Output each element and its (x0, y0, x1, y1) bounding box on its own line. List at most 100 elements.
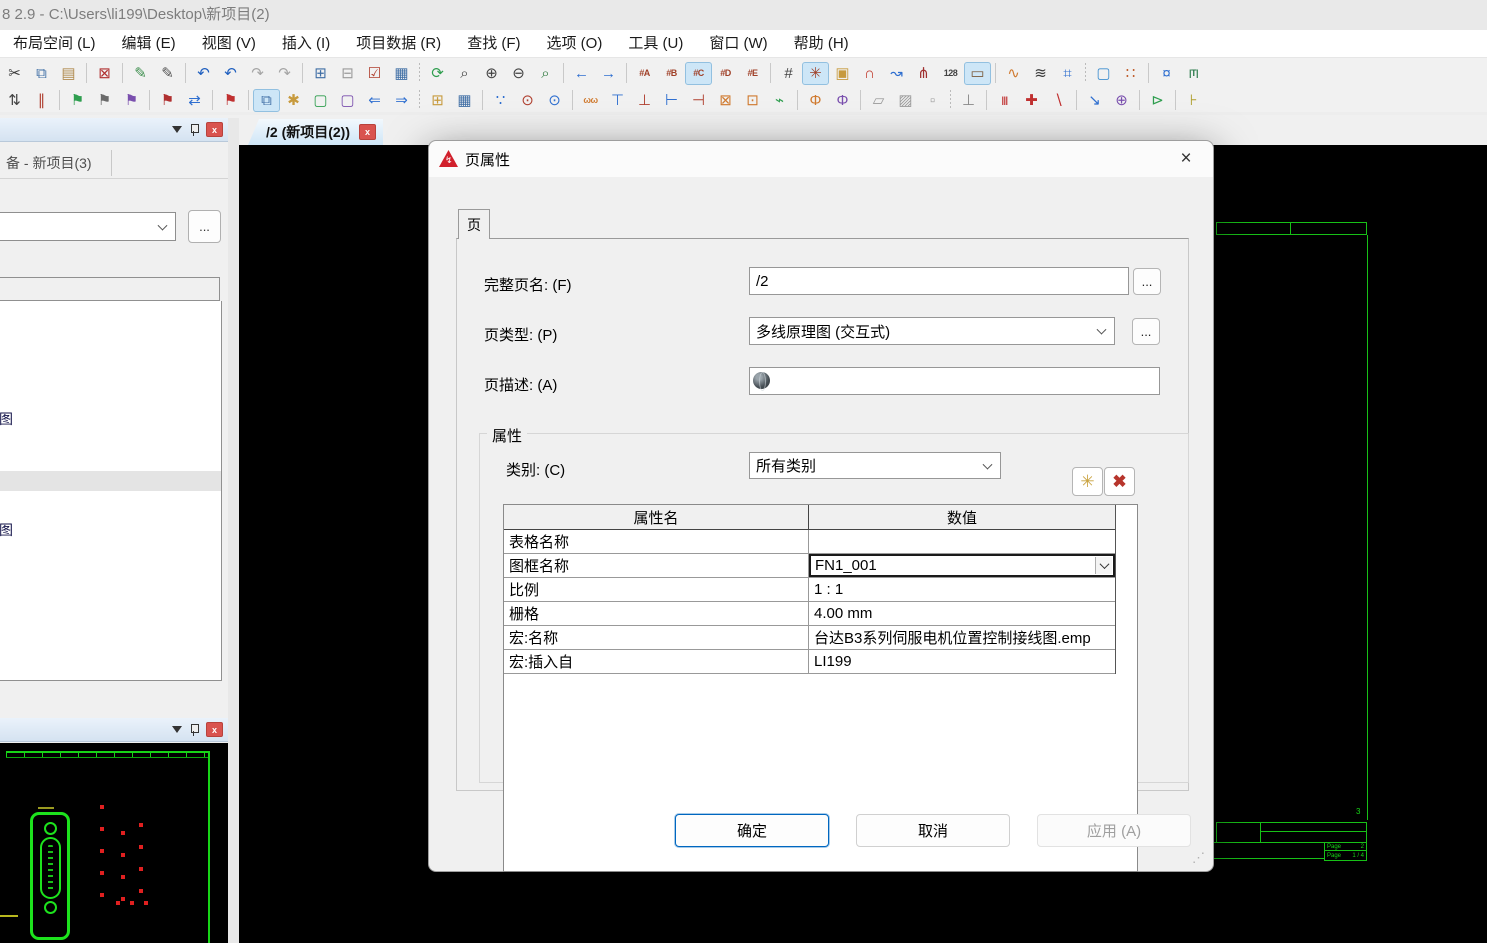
spline-icon[interactable]: ↝ (883, 62, 910, 85)
menu-item[interactable]: 工具 (U) (615, 30, 696, 57)
terminal-strip-4-icon[interactable]: ⊣ (685, 89, 712, 112)
ruler-icon[interactable]: ▭ (964, 62, 991, 85)
cancel-button[interactable]: 取消 (856, 814, 1010, 847)
ok-button[interactable]: 确定 (675, 814, 829, 847)
pin-icon[interactable] (189, 123, 199, 137)
filter-combobox[interactable] (0, 212, 176, 241)
page-copy-icon[interactable]: ⧉ (253, 89, 280, 112)
schematic-preview[interactable] (0, 743, 228, 943)
full-page-name-browse-button[interactable]: ... (1133, 268, 1161, 295)
busbar-icon[interactable]: ||| (991, 89, 1018, 112)
full-page-name-input[interactable] (749, 267, 1129, 295)
tree-header[interactable] (0, 277, 220, 301)
chevron-down-icon[interactable] (1095, 557, 1112, 574)
connector-swap-icon[interactable]: ⇄ (181, 89, 208, 112)
text-mode-icon[interactable]: |T| (1180, 62, 1207, 85)
grid-a-icon[interactable]: #A (631, 62, 658, 85)
logic-branch-icon[interactable]: ⋔ (910, 62, 937, 85)
panel-menu-icon[interactable] (172, 726, 182, 733)
flag-delete-icon[interactable]: ⚑ (217, 89, 244, 112)
tree-item[interactable] (0, 471, 221, 491)
gauge-alt-icon[interactable]: Φ (829, 89, 856, 112)
workspace-icon[interactable]: ⊞ (307, 62, 334, 85)
pin-icon[interactable] (189, 723, 199, 737)
flag-config-icon[interactable]: ⚑ (91, 89, 118, 112)
grid-d-icon[interactable]: #D (712, 62, 739, 85)
table-view-icon[interactable]: ▦ (388, 62, 415, 85)
redo-history-icon[interactable]: ↷ (271, 62, 298, 85)
redo-icon[interactable]: ↷ (244, 62, 271, 85)
tree-item[interactable]: 图 (0, 409, 13, 429)
panel-close-button[interactable]: x (206, 122, 223, 137)
apply-button[interactable]: 应用 (A) (1037, 814, 1191, 847)
device-add-icon[interactable]: ⊞ (424, 89, 451, 112)
grid-c-icon[interactable]: #C (685, 62, 712, 85)
panel-close-button[interactable]: x (206, 722, 223, 737)
property-value[interactable]: 1 : 1 (809, 578, 1115, 601)
tab-close-button[interactable]: x (359, 124, 376, 140)
zoom-100-icon[interactable]: ⌕ (532, 62, 559, 85)
magnet-icon[interactable]: ∩ (856, 62, 883, 85)
check-document-icon[interactable]: ☑ (361, 62, 388, 85)
wire-end-icon[interactable]: ⊦ (1180, 89, 1207, 112)
menu-item[interactable]: 选项 (O) (534, 30, 616, 57)
device-tree[interactable]: 图 图 (0, 301, 222, 681)
property-value[interactable]: FN1_001 (809, 554, 1115, 577)
delete-property-button[interactable]: ✖ (1104, 467, 1135, 496)
stamp-icon[interactable]: ⊥ (955, 89, 982, 112)
page-new-icon[interactable]: ✱ (280, 89, 307, 112)
page-lock-icon[interactable]: ▢ (334, 89, 361, 112)
signal-wave-icon[interactable]: ∿ (1000, 62, 1027, 85)
refresh-icon[interactable]: ⟳ (424, 62, 451, 85)
frame-dashed-icon[interactable]: ▫ (919, 89, 946, 112)
connection-cross-icon[interactable]: ✚ (1018, 89, 1045, 112)
page-type-browse-button[interactable]: ... (1132, 318, 1160, 345)
page-import-icon[interactable]: ⇐ (361, 89, 388, 112)
panel-doc-tab[interactable]: 备 - 新项目(3) (6, 150, 112, 176)
flag-stop-icon[interactable]: ⚑ (154, 89, 181, 112)
back-icon[interactable]: ← (568, 62, 595, 85)
grid-display-icon[interactable]: # (775, 62, 802, 85)
terminal-strip-icon[interactable]: ⊤ (604, 89, 631, 112)
menu-item[interactable]: 查找 (F) (454, 30, 533, 57)
select-frame-icon[interactable]: ▢ (1090, 62, 1117, 85)
socket-symbol-icon[interactable]: ⊡ (739, 89, 766, 112)
tab-page[interactable]: 页 (458, 209, 490, 239)
connection-angle-icon[interactable]: ∖ (1045, 89, 1072, 112)
resize-grip[interactable]: ⋰ (1192, 850, 1205, 866)
hatch-icon[interactable]: ▨ (892, 89, 919, 112)
page-export-icon[interactable]: ⇒ (388, 89, 415, 112)
property-value[interactable] (809, 530, 1115, 553)
transform-handles-icon[interactable]: ∷ (1117, 62, 1144, 85)
category-select[interactable]: 所有类别 (749, 452, 1001, 479)
menu-item[interactable]: 帮助 (H) (781, 30, 862, 57)
terminal-strip-2-icon[interactable]: ⊥ (631, 89, 658, 112)
menu-item[interactable]: 布局空间 (L) (0, 30, 109, 57)
pipe-update-icon[interactable]: ∥ (28, 89, 55, 112)
page-type-select[interactable]: 多线原理图 (交互式) (749, 317, 1115, 345)
cable-coil-icon[interactable]: ωω (577, 89, 604, 112)
device-table-icon[interactable]: ▦ (451, 89, 478, 112)
flag-forward-icon[interactable]: ⚑ (118, 89, 145, 112)
zoom-in-icon[interactable]: ⊕ (478, 62, 505, 85)
wire-branch-icon[interactable]: ⊳ (1144, 89, 1171, 112)
zoom-out-icon[interactable]: ⊖ (505, 62, 532, 85)
add-property-button[interactable]: ✳ (1072, 467, 1103, 496)
property-value[interactable]: 台达B3系列伺服电机位置控制接线图.emp (809, 626, 1115, 649)
snap-to-grid-icon[interactable]: ✳ (802, 62, 829, 85)
terminals-icon[interactable]: ∵ (487, 89, 514, 112)
workspace-alt-icon[interactable]: ⊟ (334, 62, 361, 85)
cut-icon[interactable]: ✂ (1, 62, 28, 85)
copy-icon[interactable]: ⧉ (28, 62, 55, 85)
page-description-input[interactable] (749, 367, 1160, 395)
undo-icon[interactable]: ↶ (217, 62, 244, 85)
filter-browse-button[interactable]: ... (188, 210, 221, 243)
terminal-strip-3-icon[interactable]: ⊢ (658, 89, 685, 112)
layer-corner-icon[interactable]: ▱ (865, 89, 892, 112)
terminal-edit-icon[interactable]: ⊙ (514, 89, 541, 112)
grid-network-icon[interactable]: ⌗ (1054, 62, 1081, 85)
property-value[interactable]: 4.00 mm (809, 602, 1115, 625)
panel-splitter[interactable] (228, 118, 239, 943)
tree-item[interactable]: 图 (0, 520, 13, 540)
format-paint-alt-icon[interactable]: ✎ (154, 62, 181, 85)
